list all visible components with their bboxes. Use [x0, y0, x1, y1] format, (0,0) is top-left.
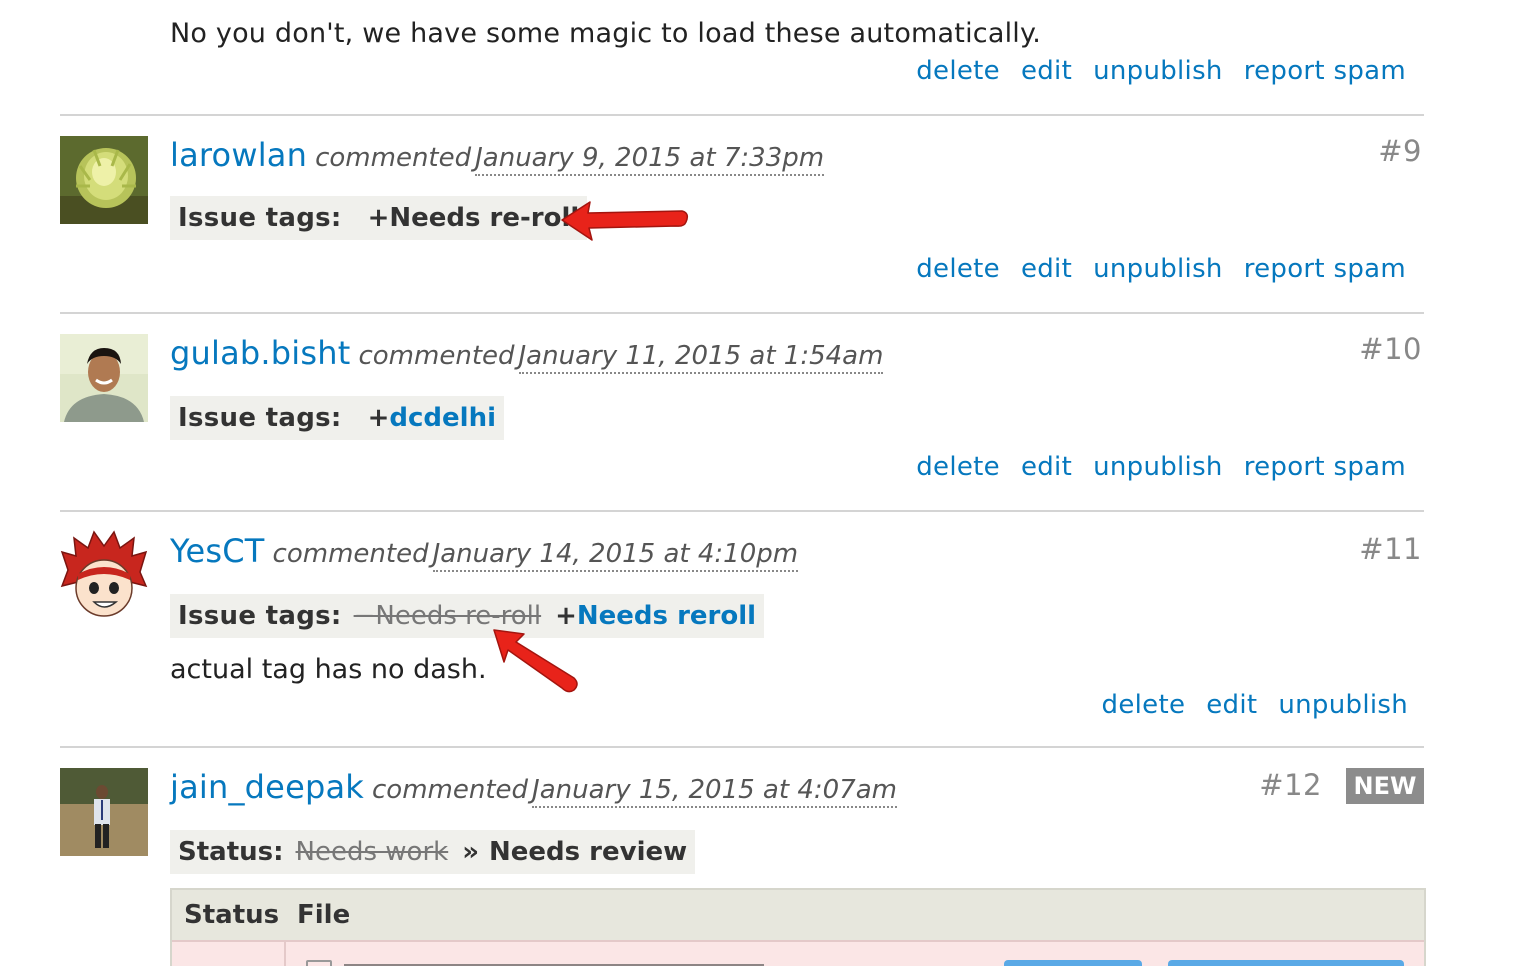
issue-comments-page: No you don't, we have some magic to load… — [0, 0, 1524, 966]
cell-divider — [284, 942, 286, 966]
comment-divider — [60, 312, 1424, 314]
comment-date[interactable]: January 9, 2015 at 7:33pm — [475, 143, 825, 176]
file-icon — [306, 960, 332, 966]
comment-actions: delete edit unpublish report spam — [916, 452, 1406, 482]
comment-actions: delete edit unpublish report spam — [916, 56, 1406, 86]
avatar-larowlan[interactable] — [60, 136, 148, 224]
files-table: Status File — [170, 888, 1426, 966]
status-separator: » — [462, 837, 479, 867]
delete-link[interactable]: delete — [916, 452, 1000, 482]
comment-header: gulab.bisht commented January 11, 2015 at … — [170, 334, 884, 374]
status-change: Status: Needs work » Needs review — [170, 830, 696, 874]
commented-label: commented — [272, 539, 429, 569]
avatar-yesct[interactable] — [60, 530, 148, 618]
commented-label: commented — [315, 143, 472, 173]
avatar-cartoon-image — [60, 530, 148, 618]
table-row — [172, 940, 1424, 966]
edit-link[interactable]: edit — [1021, 452, 1072, 482]
avatar-jain-deepak[interactable] — [60, 768, 148, 856]
red-arrow-icon — [493, 629, 578, 693]
delete-link[interactable]: delete — [916, 254, 1000, 284]
status-label: Status: — [178, 837, 284, 867]
comment-actions: delete edit unpublish report spam — [916, 254, 1406, 284]
row-button[interactable] — [1168, 960, 1404, 966]
column-header-status: Status — [184, 900, 280, 930]
comment-author[interactable]: jain_deepak — [170, 768, 364, 806]
commented-label: commented — [358, 341, 515, 371]
avatar-gulab-bisht[interactable] — [60, 334, 148, 422]
issue-tags-change: Issue tags: +Needs re-roll — [170, 196, 588, 240]
comment-date[interactable]: January 15, 2015 at 4:07am — [532, 775, 897, 808]
edit-link[interactable]: edit — [1021, 56, 1072, 86]
comment-divider — [60, 746, 1424, 748]
issue-tags-change: Issue tags: + dcdelhi — [170, 396, 504, 440]
tag-link-dcdelhi[interactable]: dcdelhi — [389, 403, 496, 433]
comment-body-text: No you don't, we have some magic to load… — [170, 18, 1042, 49]
files-table-header: Status File — [172, 890, 1424, 940]
comment-number[interactable]: #9 — [1378, 134, 1422, 168]
issue-tags-label: Issue tags: — [178, 203, 342, 233]
issue-tags-change: Issue tags: −Needs re-roll + Needs reroll — [170, 594, 765, 638]
comment-number[interactable]: #10 — [1359, 332, 1422, 366]
edit-link[interactable]: edit — [1021, 254, 1072, 284]
comment-header: larowlan commented January 9, 2015 at 7:33… — [170, 136, 825, 176]
comment-body-text: actual tag has no dash. — [170, 654, 487, 685]
comment-header: jain_deepak commented January 15, 2015 at … — [170, 768, 897, 808]
avatar-photo-image — [60, 768, 148, 856]
unpublish-link[interactable]: unpublish — [1093, 254, 1223, 284]
row-button[interactable] — [1004, 960, 1142, 966]
avatar-flower-image — [60, 136, 148, 224]
comment-author[interactable]: gulab.bisht — [170, 334, 350, 372]
column-header-file: File — [297, 900, 351, 930]
edit-link[interactable]: edit — [1206, 690, 1257, 720]
comment-number[interactable]: #11 — [1359, 532, 1422, 566]
comment-date[interactable]: January 11, 2015 at 1:54am — [518, 341, 884, 374]
issue-tags-label: Issue tags: — [178, 601, 342, 631]
comment-actions: delete edit unpublish — [1102, 690, 1408, 720]
comment-divider — [60, 114, 1424, 116]
report-spam-link[interactable]: report spam — [1244, 452, 1406, 482]
unpublish-link[interactable]: unpublish — [1093, 56, 1223, 86]
commented-label: commented — [372, 775, 529, 805]
tag-link-needs-reroll[interactable]: Needs reroll — [577, 601, 756, 631]
delete-link[interactable]: delete — [916, 56, 1000, 86]
red-arrow-icon — [561, 201, 689, 241]
issue-tags-label: Issue tags: — [178, 403, 342, 433]
comment-author[interactable]: YesCT — [170, 532, 265, 570]
report-spam-link[interactable]: report spam — [1244, 254, 1406, 284]
comment-header: YesCT commented January 14, 2015 at 4:10pm — [170, 532, 799, 572]
comment-author[interactable]: larowlan — [170, 136, 307, 174]
new-badge: NEW — [1346, 768, 1424, 804]
report-spam-link[interactable]: report spam — [1244, 56, 1406, 86]
comment-number[interactable]: #12 — [1259, 768, 1322, 802]
comment-date[interactable]: January 14, 2015 at 4:10pm — [432, 539, 799, 572]
tag-plus-sign: + — [367, 403, 390, 433]
unpublish-link[interactable]: unpublish — [1278, 690, 1408, 720]
avatar-portrait-image — [60, 334, 148, 422]
tag-added: +Needs re-roll — [367, 203, 580, 233]
status-new: Needs review — [489, 837, 688, 867]
delete-link[interactable]: delete — [1102, 690, 1186, 720]
comment-divider — [60, 510, 1424, 512]
status-old: Needs work — [295, 837, 449, 867]
unpublish-link[interactable]: unpublish — [1093, 452, 1223, 482]
